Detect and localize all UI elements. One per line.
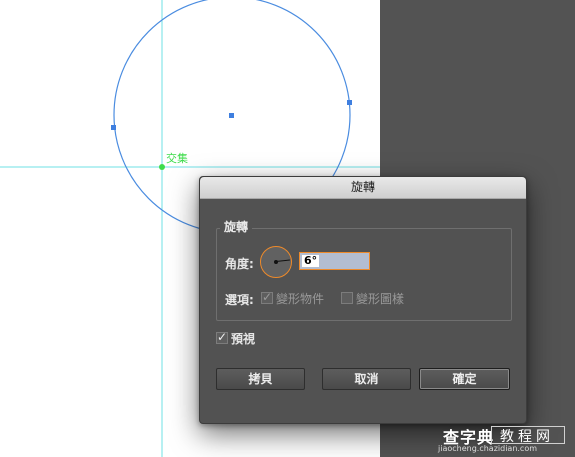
center-point[interactable] — [229, 113, 234, 118]
copy-button[interactable]: 拷貝 — [216, 368, 305, 390]
watermark-url: jiaocheng.chazidian.com — [438, 444, 538, 453]
preview-checkbox[interactable]: ✓ — [216, 330, 228, 344]
rotate-dialog: 旋轉 旋轉 角度: 6° 選項: ✓ 變形物件 變形圖樣 ✓ 預視 拷貝 取消 … — [199, 176, 527, 424]
angle-input-value: 6° — [302, 254, 320, 267]
transform-objects-checkbox[interactable]: ✓ — [261, 290, 273, 304]
angle-dial-center — [274, 260, 278, 264]
angle-dial-needle — [275, 259, 290, 262]
checkmark-icon: ✓ — [262, 290, 273, 304]
options-label: 選項: — [225, 293, 254, 307]
preview-label: 預視 — [231, 332, 256, 346]
dialog-title[interactable]: 旋轉 — [200, 177, 526, 199]
angle-label: 角度: — [225, 257, 254, 271]
cancel-button[interactable]: 取消 — [322, 368, 411, 390]
angle-input[interactable]: 6° — [299, 252, 370, 270]
angle-dial[interactable] — [260, 246, 292, 278]
transform-objects-label: 變形物件 — [276, 292, 325, 306]
transform-patterns-label: 變形圖樣 — [356, 292, 405, 306]
transform-patterns-checkbox[interactable] — [341, 292, 353, 304]
ok-button[interactable]: 確定 — [419, 368, 510, 390]
intersect-point — [159, 164, 165, 170]
watermark-box: 教程网 — [491, 426, 565, 445]
rotate-group-title: 旋轉 — [220, 218, 253, 235]
anchor-point-right[interactable] — [347, 100, 352, 105]
anchor-point-left[interactable] — [111, 125, 116, 130]
watermark-brand2: 教程网 — [500, 429, 554, 445]
checkmark-icon: ✓ — [217, 330, 228, 344]
smart-guide-label: 交集 — [166, 152, 188, 165]
rotate-group-box — [216, 228, 512, 321]
